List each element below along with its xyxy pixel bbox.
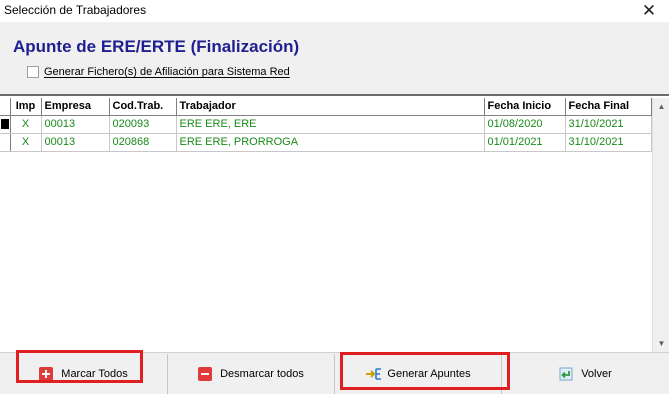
cell-trabajador[interactable]: ERE ERE, PRORROGA <box>176 133 485 152</box>
desmarcar-todos-label: Desmarcar todos <box>220 368 304 380</box>
page-title: Apunte de ERE/ERTE (Finalización) <box>13 37 300 56</box>
cell-fecha-final[interactable]: 31/10/2021 <box>565 133 652 152</box>
dialog-header: Apunte de ERE/ERTE (Finalización) Genera… <box>0 22 669 94</box>
volver-button[interactable]: Volver <box>502 354 669 394</box>
volver-label: Volver <box>581 368 612 380</box>
column-header-fecha-final[interactable]: Fecha Final <box>565 98 652 116</box>
column-header-trabajador[interactable]: Trabajador <box>176 98 485 116</box>
title-bar: Selección de Trabajadores ✕ <box>0 0 669 22</box>
marcar-todos-label: Marcar Todos <box>61 368 128 380</box>
cell-empresa[interactable]: 00013 <box>41 133 110 152</box>
cell-imp[interactable]: X <box>10 133 42 152</box>
red-plus-icon <box>39 367 54 381</box>
scroll-down-icon[interactable]: ▼ <box>653 335 669 352</box>
table-header-row: Imp Empresa Cod.Trab. Trabajador Fecha I… <box>0 98 652 116</box>
row-indicator-header <box>0 98 11 116</box>
cell-fecha-inicio[interactable]: 01/08/2020 <box>484 115 566 134</box>
column-header-empresa[interactable]: Empresa <box>41 98 110 116</box>
workers-table: Imp Empresa Cod.Trab. Trabajador Fecha I… <box>0 98 652 152</box>
table-row[interactable]: X 00013 020868 ERE ERE, PRORROGA 01/01/2… <box>0 133 652 152</box>
red-minus-icon <box>198 367 213 381</box>
cell-cod-trab[interactable]: 020868 <box>109 133 177 152</box>
generate-entries-icon <box>365 367 382 381</box>
cell-cod-trab[interactable]: 020093 <box>109 115 177 134</box>
column-header-imp[interactable]: Imp <box>10 98 42 116</box>
cell-fecha-inicio[interactable]: 01/01/2021 <box>484 133 566 152</box>
desmarcar-todos-button[interactable]: Desmarcar todos <box>168 354 335 394</box>
column-header-fecha-inicio[interactable]: Fecha Inicio <box>484 98 566 116</box>
window-title: Selección de Trabajadores <box>4 3 147 17</box>
footer-toolbar: Marcar Todos Desmarcar todos Generar Apu… <box>0 352 669 394</box>
current-row-marker <box>1 119 9 129</box>
cell-empresa[interactable]: 00013 <box>41 115 110 134</box>
row-indicator[interactable] <box>0 133 11 152</box>
afiliacion-checkbox-label[interactable]: Generar Fichero(s) de Afiliación para Si… <box>44 66 290 78</box>
afiliacion-checkbox[interactable] <box>27 66 39 78</box>
row-indicator[interactable] <box>0 115 11 134</box>
table-row[interactable]: X 00013 020093 ERE ERE, ERE 01/08/2020 3… <box>0 115 652 134</box>
cell-trabajador[interactable]: ERE ERE, ERE <box>176 115 485 134</box>
cell-fecha-final[interactable]: 31/10/2021 <box>565 115 652 134</box>
vertical-scrollbar[interactable]: ▲ ▼ <box>652 98 669 352</box>
scroll-up-icon[interactable]: ▲ <box>653 98 669 115</box>
close-icon[interactable]: ✕ <box>639 1 659 21</box>
generar-apuntes-label: Generar Apuntes <box>387 368 471 380</box>
column-header-cod-trab[interactable]: Cod.Trab. <box>109 98 177 116</box>
generar-apuntes-button[interactable]: Generar Apuntes <box>335 354 502 394</box>
workers-grid: Imp Empresa Cod.Trab. Trabajador Fecha I… <box>0 94 669 352</box>
marcar-todos-button[interactable]: Marcar Todos <box>0 354 168 394</box>
back-arrow-icon <box>559 367 573 381</box>
afiliacion-checkbox-row[interactable]: Generar Fichero(s) de Afiliación para Si… <box>27 66 290 78</box>
cell-imp[interactable]: X <box>10 115 42 134</box>
